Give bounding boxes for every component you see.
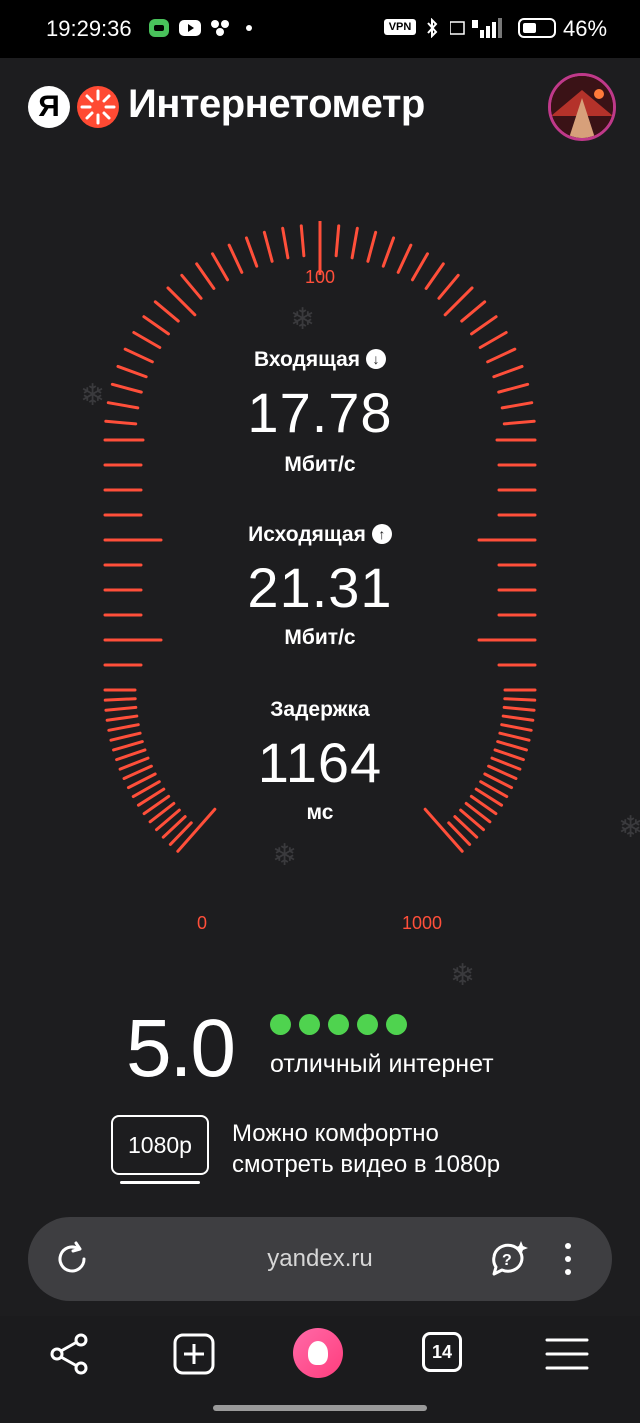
gauge-tick (437, 273, 460, 300)
yandex-logo[interactable]: Я (28, 86, 70, 128)
video-description: Можно комфортно смотреть видео в 1080p (232, 1118, 572, 1180)
upload-label: Исходящая (248, 523, 366, 546)
vpn-badge: VPN (384, 19, 416, 35)
latency-label: Задержка (270, 698, 370, 721)
avatar[interactable] (548, 73, 616, 141)
gauge-tick (424, 262, 445, 290)
rating-dot (270, 1014, 291, 1035)
ai-chat-icon[interactable]: ? (486, 1237, 530, 1281)
gauge-tick (166, 286, 197, 317)
rating-dot (357, 1014, 378, 1035)
gauge-tick (153, 300, 180, 323)
video-line-2: смотреть видео в 1080p (232, 1151, 501, 1178)
tv-stand (120, 1181, 200, 1184)
status-time: 19:29:36 (46, 16, 132, 41)
app-title: Интернетометр (128, 82, 425, 126)
notification-dot (246, 25, 252, 31)
battery-icon (518, 18, 556, 38)
gauge-tick (211, 252, 229, 282)
more-menu-icon[interactable] (558, 1241, 578, 1277)
upload-label-row: Исходящая ↑ (0, 523, 640, 547)
gauge-tick (281, 226, 290, 260)
signal-icon (450, 18, 502, 38)
gauge-label-min: 0 (196, 913, 207, 933)
gauge-tick (244, 236, 259, 268)
download-label-row: Входящая ↓ (0, 348, 640, 372)
tabs-button[interactable]: 14 (422, 1332, 462, 1372)
internetometer-logo-icon (77, 86, 119, 128)
share-icon[interactable] (45, 1330, 93, 1378)
battery-level-fill (523, 23, 536, 33)
apps-cluster-icon (211, 20, 229, 36)
rating-dots (270, 1014, 415, 1040)
bluetooth-icon (427, 18, 438, 38)
snowflake-icon: ❄ (450, 959, 476, 992)
arrow-up-icon: ↑ (371, 524, 392, 544)
gauge-tick (299, 224, 306, 258)
rating-dot (299, 1014, 320, 1035)
gauge-tick (381, 236, 396, 268)
rating-dot (328, 1014, 349, 1035)
rating-dot (386, 1014, 407, 1035)
gauge-tick (478, 331, 508, 349)
gauge-tick (460, 300, 487, 323)
gauge-label-max: 1000 (401, 913, 443, 933)
home-indicator[interactable] (213, 1405, 427, 1411)
rating-score: 5.0 (126, 1003, 236, 1094)
address-bar[interactable]: yandex.ru ? (28, 1217, 612, 1301)
youtube-icon (179, 20, 201, 36)
gauge-tick (262, 230, 274, 263)
message-icon (149, 19, 169, 37)
battery-percent: 46% (563, 16, 608, 41)
gauge-tick (443, 286, 474, 317)
gauge-tick (132, 331, 162, 349)
download-label: Входящая (253, 348, 361, 371)
video-quality-badge: 1080p (111, 1115, 209, 1175)
svg-text:?: ? (502, 1252, 512, 1269)
rating-text: отличный интернет (270, 1050, 494, 1078)
arrow-down-icon: ↓ (366, 349, 387, 369)
avatar-image (551, 76, 613, 138)
latency-value: 1164 (257, 731, 383, 794)
gauge-tick (334, 224, 341, 258)
gauge-tick (195, 262, 216, 290)
hamburger-menu-icon[interactable] (543, 1330, 591, 1378)
new-tab-icon[interactable] (170, 1330, 218, 1378)
gauge-tick (366, 230, 378, 263)
alice-assistant-button[interactable] (293, 1328, 343, 1378)
gauge-tick (227, 243, 244, 274)
gauge-tick (396, 243, 413, 274)
gauge-tick (350, 226, 359, 260)
upload-unit: Мбит/с (284, 626, 356, 649)
download-unit: Мбит/с (284, 453, 356, 476)
gauge-tick (470, 315, 498, 336)
video-line-1: Можно комфортно (232, 1120, 439, 1147)
upload-value: 21.31 (247, 556, 393, 619)
alice-icon (308, 1341, 328, 1365)
gauge-tick (180, 273, 203, 300)
latency-unit: мс (306, 801, 334, 824)
download-value: 17.78 (247, 381, 393, 444)
gauge-tick (142, 315, 170, 336)
gauge-label-mid: 100 (304, 267, 336, 287)
gauge-tick (411, 252, 429, 282)
